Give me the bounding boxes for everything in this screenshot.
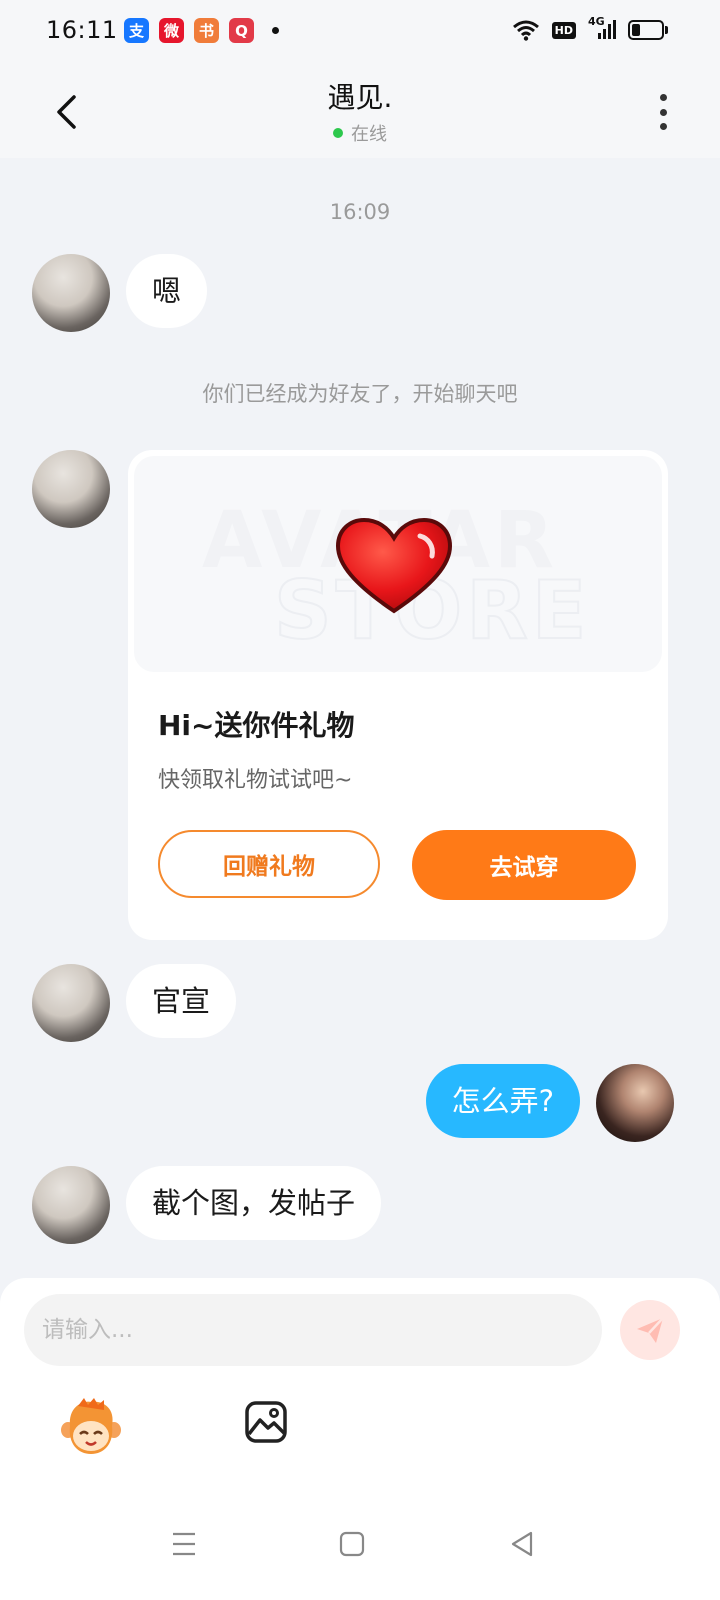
system-navigation-bar [0, 1486, 720, 1600]
message-bubble[interactable]: 官宣 [126, 964, 237, 1038]
more-dots-icon [659, 94, 667, 101]
hd-badge: HD [551, 21, 576, 39]
try-on-button[interactable]: 去试穿 [412, 830, 636, 900]
back-nav-button[interactable] [502, 1524, 542, 1564]
message-bubble[interactable]: 嗯 [126, 254, 208, 328]
send-button[interactable] [620, 1300, 680, 1360]
square-icon [339, 1531, 365, 1557]
image-picker-icon[interactable] [244, 1400, 288, 1444]
gift-subtitle: 快领取礼物试试吧~ [158, 768, 353, 793]
contact-avatar[interactable] [32, 964, 110, 1042]
contact-avatar[interactable] [32, 450, 110, 528]
online-status: 在线 [0, 120, 720, 146]
more-options-button[interactable] [648, 92, 678, 132]
time-separator: 16:09 [329, 200, 391, 224]
message-input[interactable] [24, 1294, 602, 1366]
message-bubble[interactable]: 截个图，发帖子 [126, 1166, 382, 1240]
gift-title: Hi~送你件礼物 [158, 709, 355, 742]
wifi-icon [512, 20, 539, 41]
chat-title-group: 遇见. 在线 [0, 76, 720, 146]
signal-icon: 4G [588, 15, 616, 41]
weibo-icon: 微 [159, 18, 184, 43]
gift-card[interactable]: AVATAR STORE Hi~送你件礼物 快领取礼物试试吧~ 回赠礼物 去试穿 [128, 450, 668, 940]
battery-icon [628, 20, 668, 40]
menu-icon [173, 1532, 195, 1556]
my-avatar[interactable] [596, 1064, 674, 1142]
home-button[interactable] [332, 1524, 372, 1564]
video-app-icon: Q [229, 18, 254, 43]
triangle-back-icon [511, 1531, 533, 1557]
heart-icon [335, 517, 453, 614]
gift-image: AVATAR STORE [134, 456, 662, 672]
notification-icons: 支 微 书 Q [124, 18, 279, 43]
online-dot-icon [333, 128, 343, 138]
emoji-sticker-icon[interactable] [60, 1396, 122, 1458]
more-notifications-dot [272, 27, 279, 34]
return-gift-button[interactable]: 回赠礼物 [158, 830, 380, 898]
status-time: 16:11 [46, 16, 118, 44]
contact-avatar[interactable] [32, 254, 110, 332]
message-list[interactable]: 16:09 嗯 你们已经成为好友了，开始聊天吧 AVATAR STORE Hi~… [0, 158, 720, 1288]
recent-apps-button[interactable] [164, 1524, 204, 1564]
send-icon [637, 1317, 664, 1343]
chat-header: 遇见. 在线 [0, 64, 720, 158]
alipay-icon: 支 [124, 18, 149, 43]
system-indicators: HD 4G [512, 15, 668, 41]
reader-icon: 书 [194, 18, 219, 43]
status-bar: 16:11 支 微 书 Q HD 4G [0, 0, 720, 64]
chat-title: 遇见. [327, 81, 393, 114]
system-note: 你们已经成为好友了，开始聊天吧 [202, 382, 518, 406]
contact-avatar[interactable] [32, 1166, 110, 1244]
online-status-label: 在线 [351, 124, 387, 145]
my-message-bubble[interactable]: 怎么弄? [425, 1064, 580, 1138]
